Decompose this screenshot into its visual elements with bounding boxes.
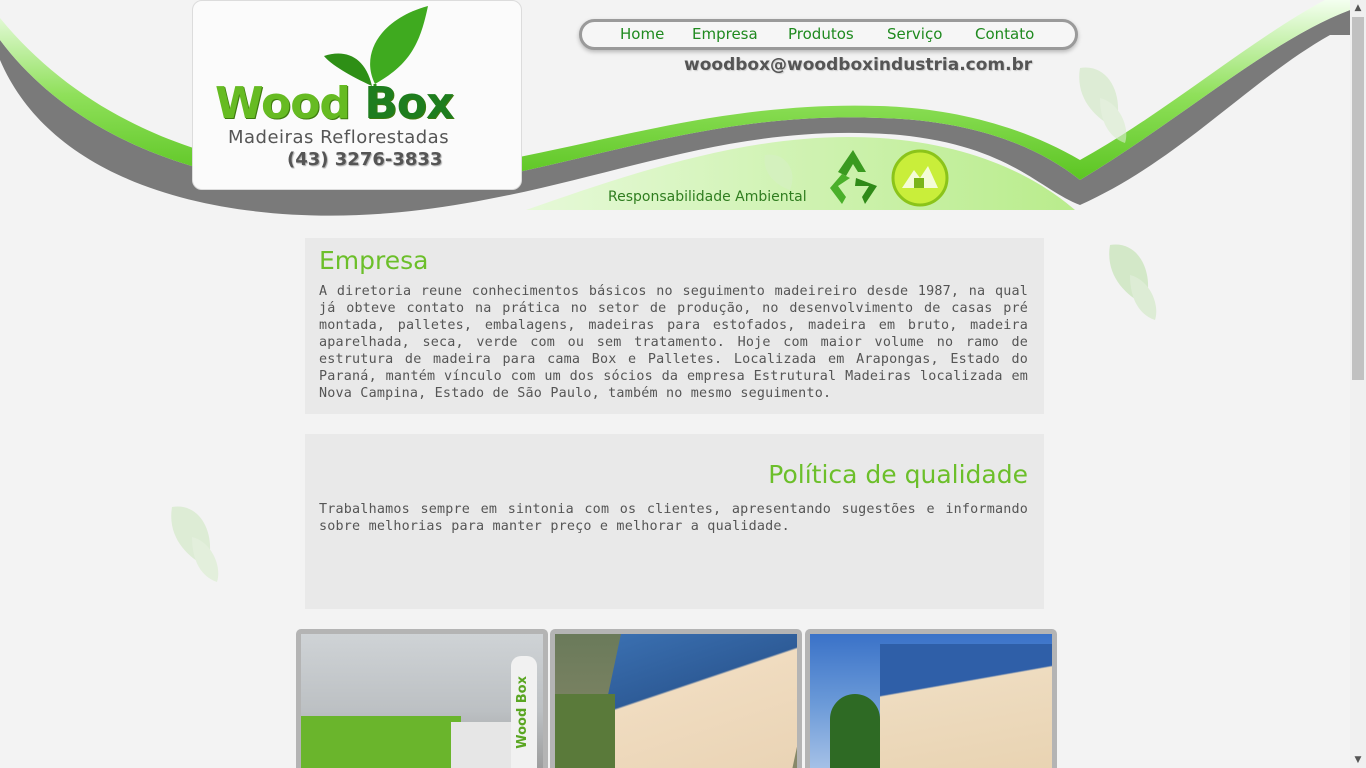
factory-photo-1: Wood Box <box>301 634 543 768</box>
leaf-decoration-icon <box>171 506 219 582</box>
leaf-decoration-icon <box>1109 244 1157 320</box>
phone-number: (43) 3276-3833 <box>287 149 443 170</box>
factory-photo-2 <box>555 634 797 768</box>
scroll-thumb[interactable] <box>1352 17 1364 380</box>
photo-thumbnail[interactable] <box>805 629 1057 768</box>
scroll-down-arrow-icon[interactable]: ▼ <box>1350 752 1366 768</box>
empresa-text: A diretoria reune conhecimentos básicos … <box>319 284 1028 401</box>
nav-contato[interactable]: Contato <box>975 25 1034 43</box>
page: Wood Box Madeiras Reflorestadas (43) 327… <box>0 0 1350 768</box>
logo-word-wood: Wood <box>215 78 351 129</box>
logo-text: Wood Box <box>215 78 454 129</box>
empresa-section: Empresa A diretoria reune conhecimentos … <box>305 238 1044 414</box>
qualidade-section: Política de qualidade Trabalhamos sempre… <box>305 434 1044 609</box>
factory-photo-3 <box>810 634 1052 768</box>
photo-thumbnail[interactable] <box>550 629 802 768</box>
leaf-decoration-icon <box>764 154 793 190</box>
eco-globe-icon <box>891 149 949 207</box>
nav-servico[interactable]: Serviço <box>887 25 942 43</box>
email-address[interactable]: woodbox@woodboxindustria.com.br <box>684 55 1032 75</box>
photo-thumbnail[interactable]: Wood Box <box>296 629 548 768</box>
leaf-decoration-icon <box>1079 67 1127 143</box>
nav-empresa[interactable]: Empresa <box>692 25 758 43</box>
logo-word-box: Box <box>364 78 454 129</box>
sign-tower: Wood Box <box>511 656 537 768</box>
qualidade-text: Trabalhamos sempre em sintonia com os cl… <box>319 502 1028 534</box>
logo-tagline: Madeiras Reflorestadas <box>228 127 450 148</box>
nav-home[interactable]: Home <box>620 25 664 43</box>
empresa-title: Empresa <box>319 246 429 275</box>
nav-produtos[interactable]: Produtos <box>788 25 854 43</box>
sign-text: Wood Box <box>515 676 530 749</box>
qualidade-title: Política de qualidade <box>768 460 1028 489</box>
vertical-scrollbar[interactable]: ▲ ▼ <box>1350 0 1366 768</box>
recycle-icon <box>830 150 877 204</box>
main-nav: Home Empresa Produtos Serviço Contato <box>579 19 1078 50</box>
scroll-up-arrow-icon[interactable]: ▲ <box>1350 0 1366 16</box>
